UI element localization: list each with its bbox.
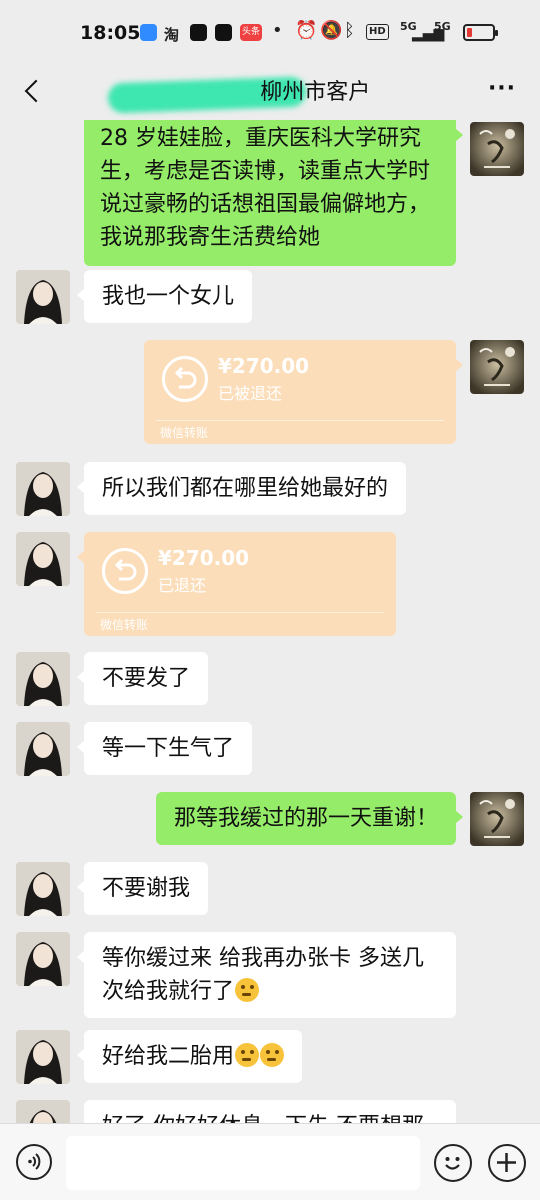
my-avatar[interactable] (470, 122, 524, 176)
contact-avatar[interactable] (16, 1030, 70, 1084)
battery-icon (463, 24, 498, 41)
contact-avatar[interactable] (16, 1100, 70, 1123)
message-text: 等你缓过来 给我再办张卡 多送几次给我就行了 (102, 946, 424, 1004)
back-button[interactable] (14, 70, 54, 110)
message-bubble-incoming[interactable]: 不要发了 (76, 652, 209, 705)
voice-icon (28, 1153, 41, 1170)
contact-avatar[interactable] (16, 270, 70, 324)
thinking-emoji-icon (260, 1043, 285, 1067)
transfer-footer: 微信转账 (160, 426, 209, 440)
tiktok-icon (190, 24, 207, 41)
return-arrow-icon (162, 356, 208, 402)
my-avatar[interactable] (470, 792, 524, 846)
status-time: 18:05 (80, 22, 141, 44)
transfer-footer: 微信转账 (100, 618, 149, 632)
alarm-icon: ⏰ (295, 20, 318, 41)
message-text: 28 岁娃娃脸，重庆医科大学研究生，考虑是否读博，读重点大学时说过豪畅的话想祖国… (100, 126, 431, 250)
network-5g-icon-2: 5G (434, 20, 451, 33)
message-text: 好了 你好好休息一下先 不要想那 (102, 1114, 424, 1123)
chat-header: XXXXXX柳州市客户 ··· (0, 62, 540, 120)
message-text: 我也一个女儿 (102, 284, 235, 309)
transfer-card-outgoing[interactable]: ¥270.00 已被退还 微信转账 (144, 340, 463, 444)
transfer-status: 已退还 (158, 576, 207, 595)
message-text: 那等我缓过的那一天重谢！ (173, 806, 438, 831)
message-bubble-incoming[interactable]: 所以我们都在哪里给她最好的 (76, 462, 407, 515)
transfer-divider (156, 420, 444, 421)
my-avatar[interactable] (470, 340, 524, 394)
contact-avatar[interactable] (16, 932, 70, 986)
message-text: 不要谢我 (102, 876, 191, 901)
contact-avatar[interactable] (16, 462, 70, 516)
message-text: 所以我们都在哪里给她最好的 (102, 476, 389, 501)
emoji-icon (445, 1157, 460, 1170)
message-bubble-incoming[interactable]: 好了 你好好休息一下先 不要想那 (84, 1100, 456, 1123)
message-text: 不要发了 (102, 666, 191, 691)
message-text: 好给我二胎用 (102, 1044, 235, 1069)
plus-icon (497, 1153, 516, 1172)
message-bubble-outgoing[interactable]: 那等我缓过的那一天重谢！ (155, 792, 464, 845)
contact-avatar[interactable] (16, 652, 70, 706)
transfer-divider (96, 612, 384, 613)
return-arrow-icon (102, 548, 148, 594)
thinking-emoji-icon (235, 1043, 260, 1067)
input-bar (0, 1123, 540, 1200)
message-bubble-incoming[interactable]: 我也一个女儿 (76, 270, 253, 323)
bluetooth-icon: ᛒ (344, 20, 355, 41)
transfer-amount: ¥270.00 (158, 546, 250, 570)
contact-avatar[interactable] (16, 862, 70, 916)
transfer-amount: ¥270.00 (218, 354, 310, 378)
app-icon-blue (140, 24, 157, 41)
battery-level (467, 28, 472, 37)
app-icon-toutiao: 头条 (240, 24, 262, 41)
status-bar: 18:05 淘 头条 • ⏰ 🔕 ᛒ HD 5G ▂▄▆ 5G (0, 0, 540, 62)
dot-icon: • (272, 20, 283, 41)
tiktok-icon-2 (215, 24, 232, 41)
thinking-emoji-icon (235, 978, 260, 1002)
message-bubble-incoming[interactable]: 等你缓过来 给我再办张卡 多送几次给我就行了 (77, 932, 456, 1018)
message-bubble-incoming[interactable]: 好给我二胎用 (76, 1030, 303, 1083)
emoji-button[interactable] (434, 1144, 472, 1182)
mute-icon: 🔕 (320, 20, 343, 41)
message-bubble-incoming[interactable]: 等一下生气了 (76, 722, 253, 775)
chat-title-text: 柳州市客户 (260, 80, 371, 105)
hd-icon: HD (366, 24, 389, 40)
message-bubble-outgoing[interactable]: 28 岁娃娃脸，重庆医科大学研究生，考虑是否读博，读重点大学时说过豪畅的话想祖国… (84, 120, 463, 266)
chat-message-list[interactable]: 28 岁娃娃脸，重庆医科大学研究生，考虑是否读博，读重点大学时说过豪畅的话想祖国… (0, 120, 540, 1123)
message-text: 等一下生气了 (102, 736, 235, 761)
app-icon-taobao: 淘 (164, 26, 180, 44)
message-bubble-incoming[interactable]: 不要谢我 (76, 862, 209, 915)
contact-avatar[interactable] (16, 722, 70, 776)
contact-avatar[interactable] (16, 532, 70, 586)
transfer-status: 已被退还 (218, 384, 283, 403)
chat-title: XXXXXX柳州市客户 (80, 74, 460, 106)
voice-button[interactable] (16, 1144, 52, 1180)
more-options-button[interactable]: ··· (484, 74, 520, 106)
more-functions-button[interactable] (488, 1144, 526, 1182)
transfer-card-incoming[interactable]: ¥270.00 已退还 微信转账 (77, 532, 396, 636)
message-input[interactable] (66, 1136, 420, 1190)
